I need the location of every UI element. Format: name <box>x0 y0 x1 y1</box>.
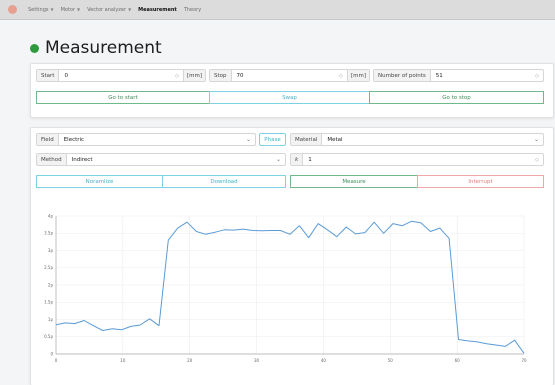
x-tick-label: 30 <box>254 358 260 363</box>
nav-vector-analyzer[interactable]: Vector analyzer ▼ <box>87 7 131 13</box>
start-input[interactable]: 0 <box>59 73 175 79</box>
y-tick-label: 1p <box>48 317 54 322</box>
top-navbar: Settings ▼ Motor ▼ Vector analyzer ▼ Measur… <box>0 0 555 20</box>
chevron-down-icon: ▼ <box>128 7 132 12</box>
x-tick-label: 60 <box>455 358 461 363</box>
x-tick-label: 0 <box>55 358 58 363</box>
swap-button[interactable]: Swap <box>209 91 370 104</box>
nav-measurement-label: Measurement <box>138 6 177 13</box>
nav-theory-label: Theory <box>183 6 202 13</box>
stepper-icon[interactable]: ◇ <box>175 73 183 79</box>
y-tick-label: 2.5p <box>44 265 53 270</box>
y-tick-label: 3p <box>48 248 54 253</box>
stop-field[interactable]: Stop 70 ◇ [mm] <box>209 69 370 82</box>
x-tick-label: 70 <box>521 358 527 363</box>
nav-settings-label: Settings <box>28 6 49 13</box>
go-to-start-button[interactable]: Go to start <box>36 91 210 104</box>
nav-motor[interactable]: Motor ▼ <box>61 7 81 13</box>
status-indicator-icon <box>30 43 39 53</box>
app-logo-icon[interactable] <box>8 5 17 14</box>
page-header: Measurement <box>30 38 162 58</box>
series-line <box>55 220 525 354</box>
nav-vector-analyzer-label: Vector analyzer <box>87 6 127 13</box>
x-tick-label: 10 <box>120 358 126 363</box>
y-tick-label: 0.5p <box>44 334 53 339</box>
stepper-icon[interactable]: ◇ <box>339 73 347 79</box>
nav-motor-label: Motor <box>60 6 76 13</box>
points-label: Number of points <box>374 70 431 81</box>
measurement-chart: 0 0.5p 1p 1.5p 2p 2.5p 3p 3.5p 4p 0 10 20 30 40 50 60 70 <box>44 213 527 363</box>
y-tick-label: 2p <box>48 282 54 287</box>
page-title: Measurement <box>45 38 162 58</box>
x-tick-label: 40 <box>321 358 327 363</box>
motion-card: Start 0 ◇ [mm] Stop 70 ◇ [mm] Number of … <box>30 63 554 118</box>
y-tick-label: 3.5p <box>44 231 53 236</box>
start-unit: [mm] <box>182 70 205 81</box>
start-field[interactable]: Start 0 ◇ [mm] <box>36 69 206 82</box>
go-to-stop-button[interactable]: Go to stop <box>369 91 544 104</box>
points-input[interactable]: 51 <box>431 73 535 79</box>
x-tick-label: 50 <box>388 358 394 363</box>
chevron-down-icon: ▼ <box>77 7 81 12</box>
y-tick-label: 0 <box>50 351 53 356</box>
x-tick-label: 20 <box>187 358 193 363</box>
nav-measurement[interactable]: Measurement <box>138 7 177 13</box>
measurement-card: Field Electric ⌄ Phase Material Metal ⌄ … <box>30 127 554 385</box>
stepper-icon[interactable]: ◇ <box>535 73 543 79</box>
start-label: Start <box>37 70 60 81</box>
nav-theory[interactable]: Theory <box>184 7 201 13</box>
stop-unit: [mm] <box>346 70 369 81</box>
stop-label: Stop <box>210 70 232 81</box>
y-tick-label: 4p <box>48 213 54 218</box>
points-field[interactable]: Number of points 51 ◇ <box>373 69 544 82</box>
y-tick-label: 1.5p <box>44 300 53 305</box>
chevron-down-icon: ▼ <box>50 7 54 12</box>
nav-settings[interactable]: Settings ▼ <box>28 7 54 13</box>
stop-input[interactable]: 70 <box>232 73 340 79</box>
